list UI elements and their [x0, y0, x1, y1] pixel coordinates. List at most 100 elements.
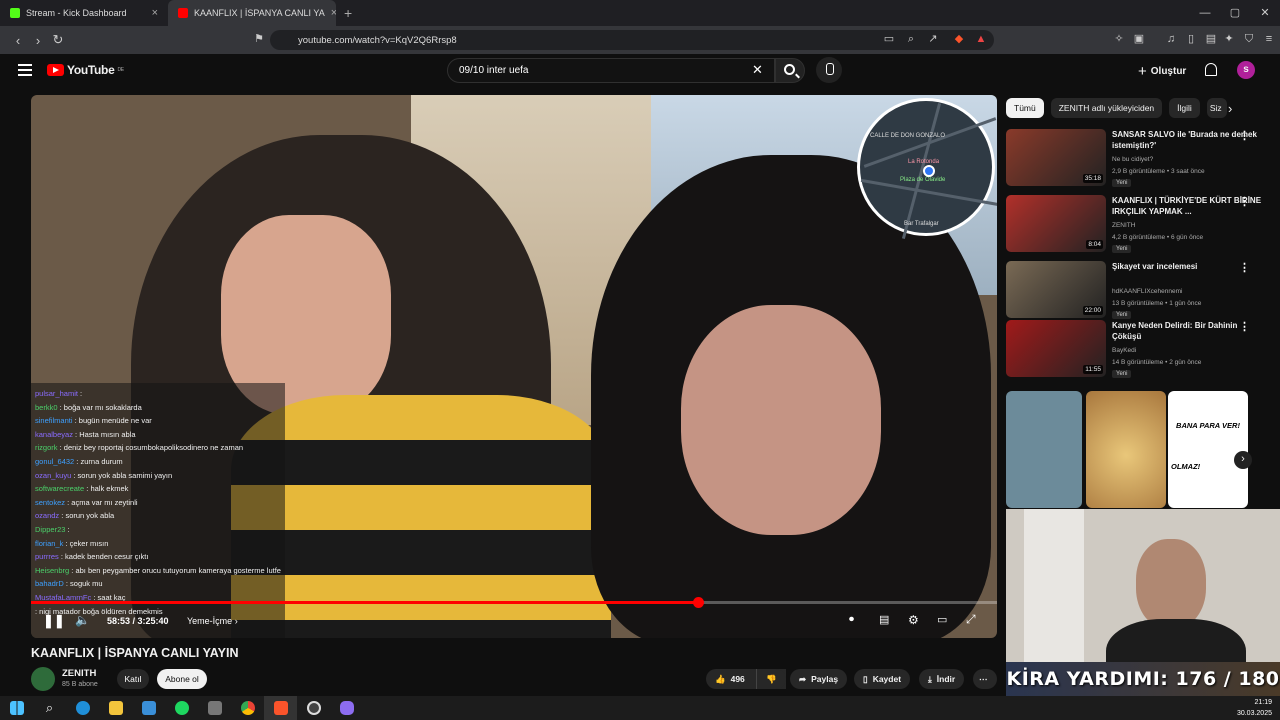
- more-vertical-icon[interactable]: ⋮: [1239, 320, 1250, 333]
- download-button[interactable]: ⤓ İndir: [919, 669, 965, 689]
- voice-search-icon[interactable]: [816, 57, 842, 83]
- rent-donation-banner: KİRA YARDIMI: 176 / 180: [1006, 662, 1280, 696]
- new-badge: Yeni: [1112, 370, 1132, 378]
- youtube-logo[interactable]: YouTube DE: [47, 63, 124, 77]
- shorts-next-icon[interactable]: ›: [1234, 451, 1252, 469]
- vpn-icon[interactable]: ⛉: [1242, 32, 1256, 46]
- minimize-icon[interactable]: —: [1190, 0, 1220, 26]
- rewards-icon[interactable]: ▲: [974, 32, 988, 46]
- recommended-video[interactable]: 35:18 SANSAR SALVO ile 'Burada ne demek i…: [1006, 129, 1278, 187]
- taskbar-search[interactable]: ⌕: [33, 696, 66, 720]
- pause-icon[interactable]: ❚❚: [43, 613, 65, 629]
- taskbar-store[interactable]: [132, 696, 165, 720]
- chapter-button[interactable]: Yeme-İçme ›: [187, 616, 238, 626]
- start-button[interactable]: [0, 696, 33, 720]
- notifications-bell-icon[interactable]: [1205, 63, 1217, 76]
- chip-related[interactable]: İlgili: [1169, 98, 1200, 118]
- browser-menu-icon[interactable]: ≡: [1262, 32, 1276, 46]
- back-icon[interactable]: ‹: [8, 33, 28, 48]
- taskbar-calculator[interactable]: [198, 696, 231, 720]
- recommended-channel[interactable]: BayKedi: [1112, 345, 1136, 357]
- share-icon[interactable]: ↗: [926, 32, 940, 46]
- windows-taskbar: ⌕ 21:19 30.03.2025: [0, 696, 1280, 720]
- scrubber-handle[interactable]: [692, 597, 704, 608]
- short-thumbnail[interactable]: [1006, 391, 1082, 508]
- recommended-channel[interactable]: hdKAANFLIXcehennemi: [1112, 286, 1182, 298]
- volume-icon[interactable]: 🔈: [75, 613, 90, 627]
- recommended-video[interactable]: 22:00 Şikayet var incelemesi hdKAANFLIXceh…: [1006, 261, 1278, 319]
- taskbar-discord[interactable]: [330, 696, 363, 720]
- sidebar-icon[interactable]: ▣: [1132, 32, 1146, 46]
- subtitles-icon[interactable]: ▤: [879, 613, 889, 626]
- dislike-button[interactable]: 👎: [756, 669, 786, 689]
- maximize-icon[interactable]: ▢: [1220, 0, 1250, 26]
- recommended-channel[interactable]: Ne bu cidiyet?: [1112, 154, 1153, 166]
- streamer-head: [1136, 539, 1206, 629]
- chat-text: deniz bey roportaj cosumbokapoliksodiner…: [63, 443, 244, 453]
- fullscreen-icon[interactable]: ⤢: [966, 612, 976, 627]
- system-clock[interactable]: 21:19 30.03.2025: [1237, 697, 1272, 719]
- autoplay-toggle-icon[interactable]: ⏺: [849, 614, 854, 625]
- recommended-video[interactable]: 8:04 KAANFLIX | TÜRKİYE'DE KÜRT BİRİNE IR…: [1006, 195, 1278, 253]
- more-vertical-icon[interactable]: ⋮: [1239, 261, 1250, 274]
- recommended-channel[interactable]: ZENITH: [1112, 220, 1135, 232]
- chip-from-uploader[interactable]: ZENITH adlı yükleyiciden: [1050, 98, 1163, 118]
- reload-icon[interactable]: ↻: [48, 32, 68, 48]
- leo-icon[interactable]: ✦: [1222, 32, 1236, 46]
- channel-avatar[interactable]: [31, 667, 55, 691]
- search-input[interactable]: 09/10 inter uefa: [447, 58, 775, 83]
- recommended-meta: 2,9 B görüntüleme • 3 saat önce: [1112, 168, 1205, 175]
- browser-tab-kick[interactable]: Stream - Kick Dashboard ×: [0, 0, 168, 26]
- browser-tab-youtube[interactable]: KAANFLIX | İSPANYA CANLI YA ×: [168, 0, 336, 26]
- short-thumbnail[interactable]: [1086, 391, 1166, 508]
- more-vertical-icon[interactable]: ⋮: [1239, 129, 1250, 142]
- close-tab-icon[interactable]: ×: [152, 7, 158, 19]
- join-button[interactable]: Katıl: [117, 669, 149, 689]
- short-thumbnail[interactable]: BANA PARA VER! OLMAZ!: [1168, 391, 1248, 508]
- video-thumbnail[interactable]: 35:18: [1006, 129, 1106, 186]
- tab-label: Stream - Kick Dashboard: [26, 8, 127, 18]
- brave-shield-icon[interactable]: ◆: [952, 32, 966, 46]
- panel-icon[interactable]: ▯: [1184, 32, 1198, 46]
- account-avatar[interactable]: s: [1237, 61, 1255, 79]
- cast-icon[interactable]: ▭: [882, 32, 896, 46]
- save-button[interactable]: ▯ Kaydet: [854, 669, 911, 689]
- more-actions-button[interactable]: ⋯: [973, 669, 997, 689]
- create-button[interactable]: + Oluştur: [1138, 61, 1186, 81]
- video-player[interactable]: CALLE DE DON GONZALO La Rotonda Plaza de…: [31, 95, 997, 638]
- close-window-icon[interactable]: ✕: [1250, 0, 1280, 26]
- theater-mode-icon[interactable]: ▭: [937, 613, 947, 626]
- chip-all[interactable]: Tümü: [1006, 98, 1044, 118]
- search-button[interactable]: [775, 58, 805, 83]
- music-icon[interactable]: ♫: [1164, 32, 1178, 46]
- taskbar-chrome[interactable]: [231, 696, 264, 720]
- taskbar-explorer[interactable]: [99, 696, 132, 720]
- bookmark-icon[interactable]: ⚑: [252, 32, 266, 46]
- discord-icon: [339, 701, 354, 715]
- settings-gear-icon[interactable]: ⚙: [908, 613, 919, 627]
- zoom-icon[interactable]: ⌕: [904, 32, 918, 46]
- webcam-background-door: [1024, 509, 1084, 669]
- wallet-icon[interactable]: ▤: [1204, 32, 1218, 46]
- recommended-video[interactable]: 11:55 Kanye Neden Delirdi: Bir Dahinin Çö…: [1006, 320, 1278, 378]
- taskbar-spotify[interactable]: [165, 696, 198, 720]
- more-vertical-icon[interactable]: ⋮: [1239, 195, 1250, 208]
- video-thumbnail[interactable]: 8:04: [1006, 195, 1106, 252]
- chip-for-you[interactable]: Siz: [1206, 98, 1227, 118]
- chips-next-icon[interactable]: ›: [1228, 101, 1232, 116]
- taskbar-obs[interactable]: [297, 696, 330, 720]
- taskbar-brave[interactable]: [264, 696, 297, 720]
- chat-username: sinefilmanti: [35, 416, 73, 426]
- forward-icon[interactable]: ›: [28, 33, 48, 48]
- channel-name[interactable]: ZENITH: [62, 668, 96, 679]
- taskbar-edge[interactable]: [66, 696, 99, 720]
- subscribe-button[interactable]: Abone ol: [157, 669, 207, 689]
- video-thumbnail[interactable]: 11:55: [1006, 320, 1106, 377]
- extensions-icon[interactable]: ✧: [1112, 32, 1126, 46]
- video-thumbnail[interactable]: 22:00: [1006, 261, 1106, 318]
- progress-bar[interactable]: [31, 597, 997, 608]
- hamburger-menu-icon[interactable]: [18, 64, 32, 76]
- clear-search-icon[interactable]: ✕: [752, 62, 763, 78]
- share-button[interactable]: ➦ Paylaş: [790, 669, 848, 689]
- new-tab-icon[interactable]: +: [336, 5, 360, 21]
